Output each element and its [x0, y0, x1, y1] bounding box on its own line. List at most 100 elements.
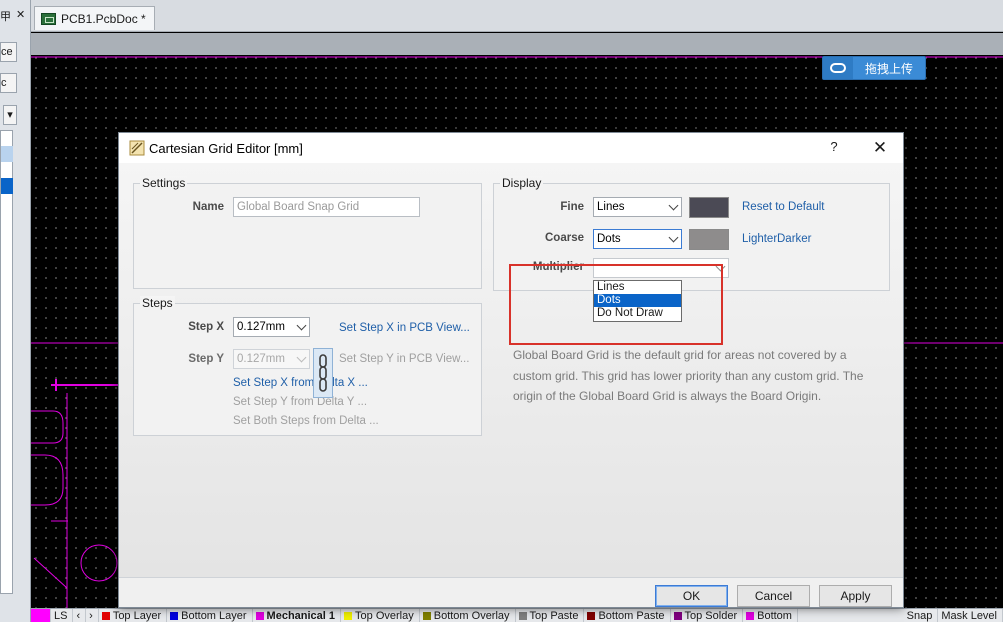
ok-button[interactable]: OK	[655, 585, 728, 607]
layer-tab-label: Top Layer	[112, 609, 162, 622]
step-x-value: 0.127mm	[237, 321, 285, 333]
layer-color-swatch	[518, 612, 527, 620]
settings-group-title: Settings	[140, 176, 188, 190]
chevron-right-icon: ›	[89, 609, 93, 622]
chevron-down-icon	[668, 232, 679, 243]
panel-button-2[interactable]: c	[0, 73, 17, 93]
set-step-x-delta-link[interactable]: Set Step X from Delta X ...	[233, 377, 368, 389]
tab-pcb1[interactable]: PCB1.PcbDoc *	[34, 6, 155, 30]
cancel-button[interactable]: Cancel	[737, 585, 810, 607]
close-button[interactable]: ✕	[869, 138, 891, 158]
settings-group: Settings Name Global Board Snap Grid	[133, 176, 482, 289]
layer-set-color[interactable]	[31, 609, 51, 622]
layer-tab[interactable]: Top Layer	[99, 609, 168, 622]
layer-tab[interactable]: Bottom Overlay	[420, 609, 516, 622]
cloud-upload-icon	[823, 57, 853, 79]
coarse-color-swatch[interactable]	[689, 229, 729, 250]
layer-tab-label: Bottom Layer	[181, 609, 247, 622]
close-icon[interactable]: ✕	[16, 8, 25, 21]
tab-nav-left[interactable]: ‹	[73, 609, 87, 622]
layer-color-swatch	[255, 612, 264, 620]
layer-tab[interactable]: Bottom Layer	[167, 609, 253, 622]
chevron-down-icon	[296, 320, 307, 331]
reset-to-default-link[interactable]: Reset to Default	[742, 201, 824, 213]
steps-group-title: Steps	[140, 296, 175, 310]
fine-combo[interactable]: Lines	[593, 197, 682, 217]
layer-tab-label: Bottom	[757, 609, 792, 622]
step-y-combo[interactable]: 0.127mm	[233, 349, 310, 369]
panel-button-1[interactable]: ce	[0, 42, 17, 62]
snap-label: Snap	[906, 609, 933, 622]
layer-tab[interactable]: Top Overlay	[341, 609, 420, 622]
pad-circle	[80, 544, 118, 582]
trace-diagonal	[33, 557, 68, 589]
tab-nav-right[interactable]: ›	[86, 609, 99, 622]
layer-tab-bar: LS ‹ › Top Layer Bottom Layer Mechanical 1…	[31, 608, 1003, 622]
panel-dropdown[interactable]: ▾	[3, 105, 17, 125]
apply-button[interactable]: Apply	[819, 585, 892, 607]
step-x-combo[interactable]: 0.127mm	[233, 317, 310, 337]
snap-button[interactable]: Snap	[904, 609, 939, 622]
lighter-link[interactable]: Lighter	[742, 233, 777, 245]
dialog-title: Cartesian Grid Editor [mm]	[149, 141, 303, 156]
layer-list: Top Layer Bottom Layer Mechanical 1 Top Ove…	[99, 609, 798, 622]
chain-link-icon	[319, 354, 327, 392]
layer-tab-label: Top Solder	[684, 609, 738, 622]
layer-set-label: LS	[54, 609, 68, 622]
list-item[interactable]	[1, 146, 13, 162]
cartesian-grid-editor-dialog: Cartesian Grid Editor [mm] ? ✕ Settings …	[118, 132, 904, 608]
coarse-combo[interactable]: Dots	[593, 229, 682, 249]
pcb-document-icon	[41, 12, 56, 25]
document-tab-bar: PCB1.PcbDoc *	[31, 0, 1003, 32]
name-label: Name	[192, 201, 224, 213]
layer-tab-label: Top Paste	[529, 609, 579, 622]
help-button[interactable]: ?	[824, 139, 844, 157]
coarse-label: Coarse	[545, 232, 584, 244]
grid-description: Global Board Grid is the default grid fo…	[513, 348, 864, 403]
panel-list[interactable]	[0, 130, 13, 594]
dialog-body: Settings Name Global Board Snap Grid Ste…	[119, 163, 903, 577]
layer-color-swatch	[673, 612, 682, 620]
layer-tab[interactable]: Bottom Paste	[584, 609, 671, 622]
mask-level-label: Mask Level	[941, 609, 997, 622]
set-step-y-pcb-link[interactable]: Set Step Y in PCB View...	[339, 353, 469, 365]
set-step-y-delta-link[interactable]: Set Step Y from Delta Y ...	[233, 396, 367, 408]
layer-tab[interactable]: Mechanical 1	[253, 609, 342, 622]
lock-steps-button[interactable]	[313, 348, 333, 398]
layer-tab-label: Top Overlay	[355, 609, 414, 622]
layer-set-button[interactable]: LS	[51, 609, 74, 622]
tab-label: PCB1.PcbDoc *	[61, 11, 146, 26]
step-y-label: Step Y	[188, 353, 224, 365]
chevron-down-icon	[668, 200, 679, 211]
layer-color-swatch	[422, 612, 431, 620]
fine-color-swatch[interactable]	[689, 197, 729, 218]
set-step-x-pcb-link[interactable]: Set Step X in PCB View...	[339, 322, 470, 334]
step-x-label: Step X	[188, 321, 224, 333]
display-group-title: Display	[500, 176, 544, 190]
layer-color-swatch	[170, 612, 179, 620]
grid-editor-icon	[129, 140, 145, 156]
mask-level-button[interactable]: Mask Level	[938, 609, 1003, 622]
darker-link[interactable]: Darker	[777, 233, 812, 245]
upload-button[interactable]: 拖拽上传	[822, 56, 926, 80]
panel-title: 甲	[0, 11, 11, 23]
set-both-delta-link[interactable]: Set Both Steps from Delta ...	[233, 415, 379, 427]
list-item-selected[interactable]	[1, 178, 13, 194]
layer-tab[interactable]: Bottom	[743, 609, 798, 622]
annotation-highlight	[509, 264, 723, 345]
dialog-titlebar: Cartesian Grid Editor [mm] ? ✕	[119, 133, 903, 163]
chevron-down-icon	[296, 352, 307, 363]
name-field[interactable]: Global Board Snap Grid	[233, 197, 420, 217]
layer-tab[interactable]: Top Solder	[671, 609, 744, 622]
layer-tab-label: Bottom Paste	[598, 609, 665, 622]
steps-group: Steps Step X 0.127mm Step Y 0.127mm Set …	[133, 296, 482, 436]
layer-tab[interactable]: Top Paste	[516, 609, 585, 622]
status-right: Snap Mask Level	[904, 609, 1003, 622]
chevron-left-icon: ‹	[76, 609, 81, 622]
fine-value: Lines	[597, 201, 625, 213]
footprint-outline-2	[31, 454, 64, 506]
layer-tab-label: Mechanical 1	[266, 609, 336, 622]
layer-tab-label: Bottom Overlay	[433, 609, 510, 622]
step-y-value: 0.127mm	[237, 353, 285, 365]
coarse-value: Dots	[597, 233, 621, 245]
